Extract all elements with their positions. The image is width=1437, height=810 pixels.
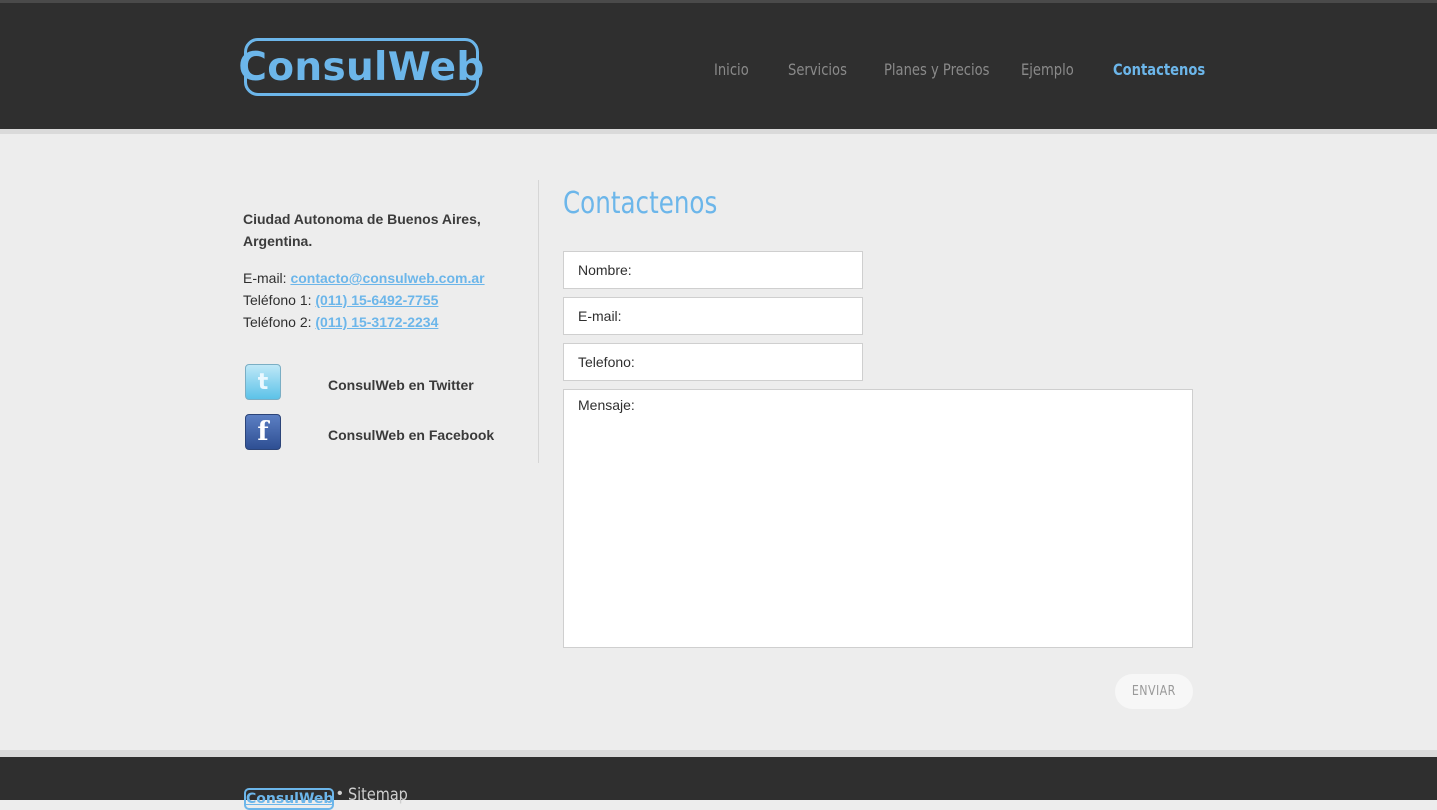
site-footer xyxy=(0,757,1437,800)
facebook-link[interactable]: ConsulWeb en Facebook xyxy=(328,427,494,443)
main-nav: Inicio Servicios Planes y Precios Ejempl… xyxy=(0,60,1437,82)
footer-divider xyxy=(0,750,1437,757)
footer-logo[interactable]: ConsulWeb xyxy=(244,788,334,810)
phone-field[interactable] xyxy=(563,343,863,381)
nav-ejemplo[interactable]: Ejemplo xyxy=(1021,60,1074,79)
nav-inicio[interactable]: Inicio xyxy=(714,60,749,79)
phone1-label: Teléfono 1: xyxy=(243,292,312,308)
email-field[interactable] xyxy=(563,297,863,335)
email-label: E-mail: xyxy=(243,270,287,286)
twitter-link[interactable]: ConsulWeb en Twitter xyxy=(328,377,474,393)
phone2-link[interactable]: (011) 15-3172-2234 xyxy=(315,314,438,330)
nav-servicios[interactable]: Servicios xyxy=(788,60,847,79)
nav-planes-y-precios[interactable]: Planes y Precios xyxy=(884,60,990,79)
page-title: Contactenos xyxy=(563,186,718,221)
message-field[interactable] xyxy=(563,389,1193,648)
phone1-link[interactable]: (011) 15-6492-7755 xyxy=(315,292,438,308)
address-text: Ciudad Autonoma de Buenos Aires, Argenti… xyxy=(243,211,481,249)
submit-label: ENVIAR xyxy=(1132,684,1176,699)
footer-separator: • xyxy=(337,785,343,802)
header-divider xyxy=(0,129,1437,134)
phone2-label: Teléfono 2: xyxy=(243,314,312,330)
footer-sitemap-link[interactable]: Sitemap xyxy=(348,785,408,805)
submit-button[interactable]: ENVIAR xyxy=(1115,674,1193,709)
column-divider xyxy=(538,180,539,463)
name-field[interactable] xyxy=(563,251,863,289)
phone2-line: Teléfono 2: (011) 15-3172-2234 xyxy=(243,314,438,330)
phone1-line: Teléfono 1: (011) 15-6492-7755 xyxy=(243,292,438,308)
facebook-icon[interactable]: f xyxy=(245,414,281,450)
email-link[interactable]: contacto@consulweb.com.ar xyxy=(290,270,484,286)
nav-contactenos[interactable]: Contactenos xyxy=(1113,60,1205,79)
twitter-icon[interactable]: t xyxy=(245,364,281,400)
email-line: E-mail: contacto@consulweb.com.ar xyxy=(243,270,485,286)
